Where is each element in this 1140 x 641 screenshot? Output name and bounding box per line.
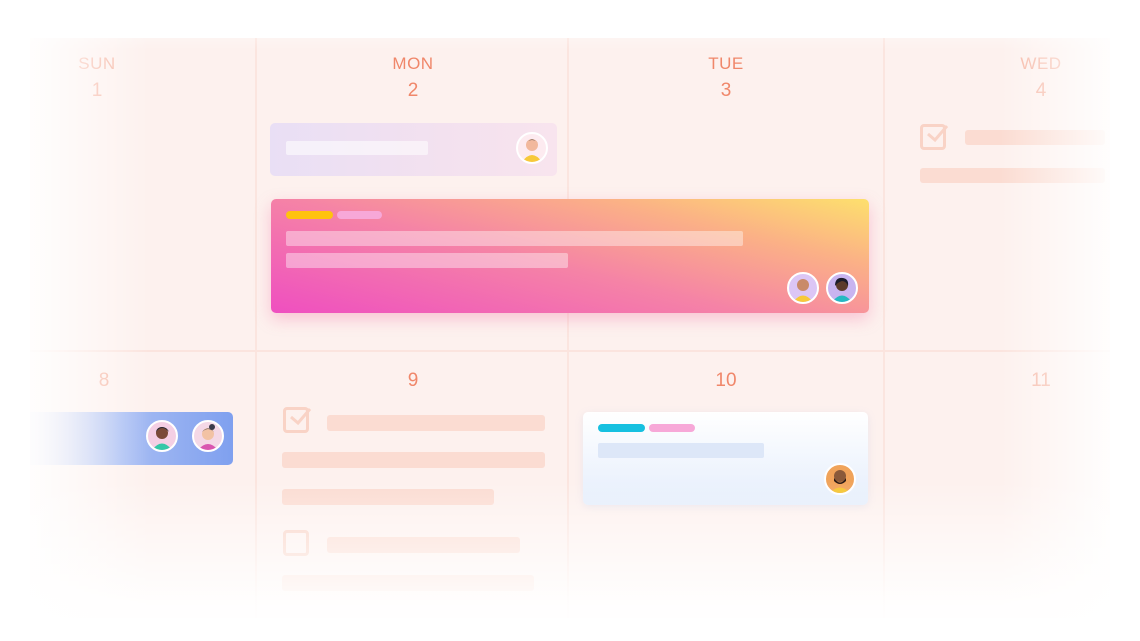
person-avatar[interactable]: [787, 272, 819, 304]
task-placeholder: [327, 537, 520, 553]
event-tag-pink: [649, 424, 695, 432]
day-number-8[interactable]: 8: [44, 370, 164, 392]
task-placeholder: [965, 130, 1105, 145]
event-title-placeholder: [286, 141, 428, 155]
featured-event-card[interactable]: [271, 199, 869, 313]
day-name-tue: TUE: [708, 54, 744, 73]
day-number-10[interactable]: 10: [666, 370, 786, 392]
event-title-placeholder: [598, 443, 764, 458]
person-avatar[interactable]: [516, 132, 548, 164]
day-name-wed: WED: [1020, 54, 1062, 73]
task-placeholder: [327, 415, 545, 431]
day-name-sun: SUN: [78, 54, 116, 73]
person-avatar[interactable]: [824, 463, 856, 495]
task-placeholder: [282, 452, 545, 468]
day-number-9[interactable]: 9: [353, 370, 473, 392]
event-tag-pink: [337, 211, 382, 219]
event-description-placeholder: [286, 253, 568, 268]
task-placeholder: [282, 575, 534, 591]
task-placeholder: [920, 168, 1105, 183]
day-name-mon: MON: [392, 54, 434, 73]
person-avatar[interactable]: [192, 420, 224, 452]
day-number-2[interactable]: 2: [353, 80, 473, 102]
day-number-3[interactable]: 3: [666, 80, 786, 102]
event-card[interactable]: [583, 412, 868, 505]
day-number-11[interactable]: 11: [981, 370, 1101, 392]
task-checkbox-checked[interactable]: [283, 407, 312, 433]
task-checkbox-checked[interactable]: [920, 124, 949, 150]
grid-divider: [883, 38, 885, 618]
event-title-placeholder: [286, 231, 743, 246]
day-number-1[interactable]: 1: [37, 80, 157, 102]
person-avatar[interactable]: [146, 420, 178, 452]
grid-divider: [255, 38, 257, 618]
event-tag-cyan: [598, 424, 645, 432]
task-checkbox[interactable]: [283, 530, 309, 556]
checkmark-icon: [290, 408, 312, 426]
checkmark-icon: [927, 125, 949, 143]
day-number-4[interactable]: 4: [981, 80, 1101, 102]
event-tag-yellow: [286, 211, 333, 219]
task-placeholder: [282, 489, 494, 505]
event-card[interactable]: [270, 123, 557, 176]
person-avatar[interactable]: [826, 272, 858, 304]
grid-divider: [567, 38, 569, 618]
event-card[interactable]: [30, 412, 233, 465]
week-divider: [30, 350, 1110, 352]
calendar-view: SUN 1 MON 2 TUE 3 WED 4 8 9 10 11: [0, 0, 1140, 641]
